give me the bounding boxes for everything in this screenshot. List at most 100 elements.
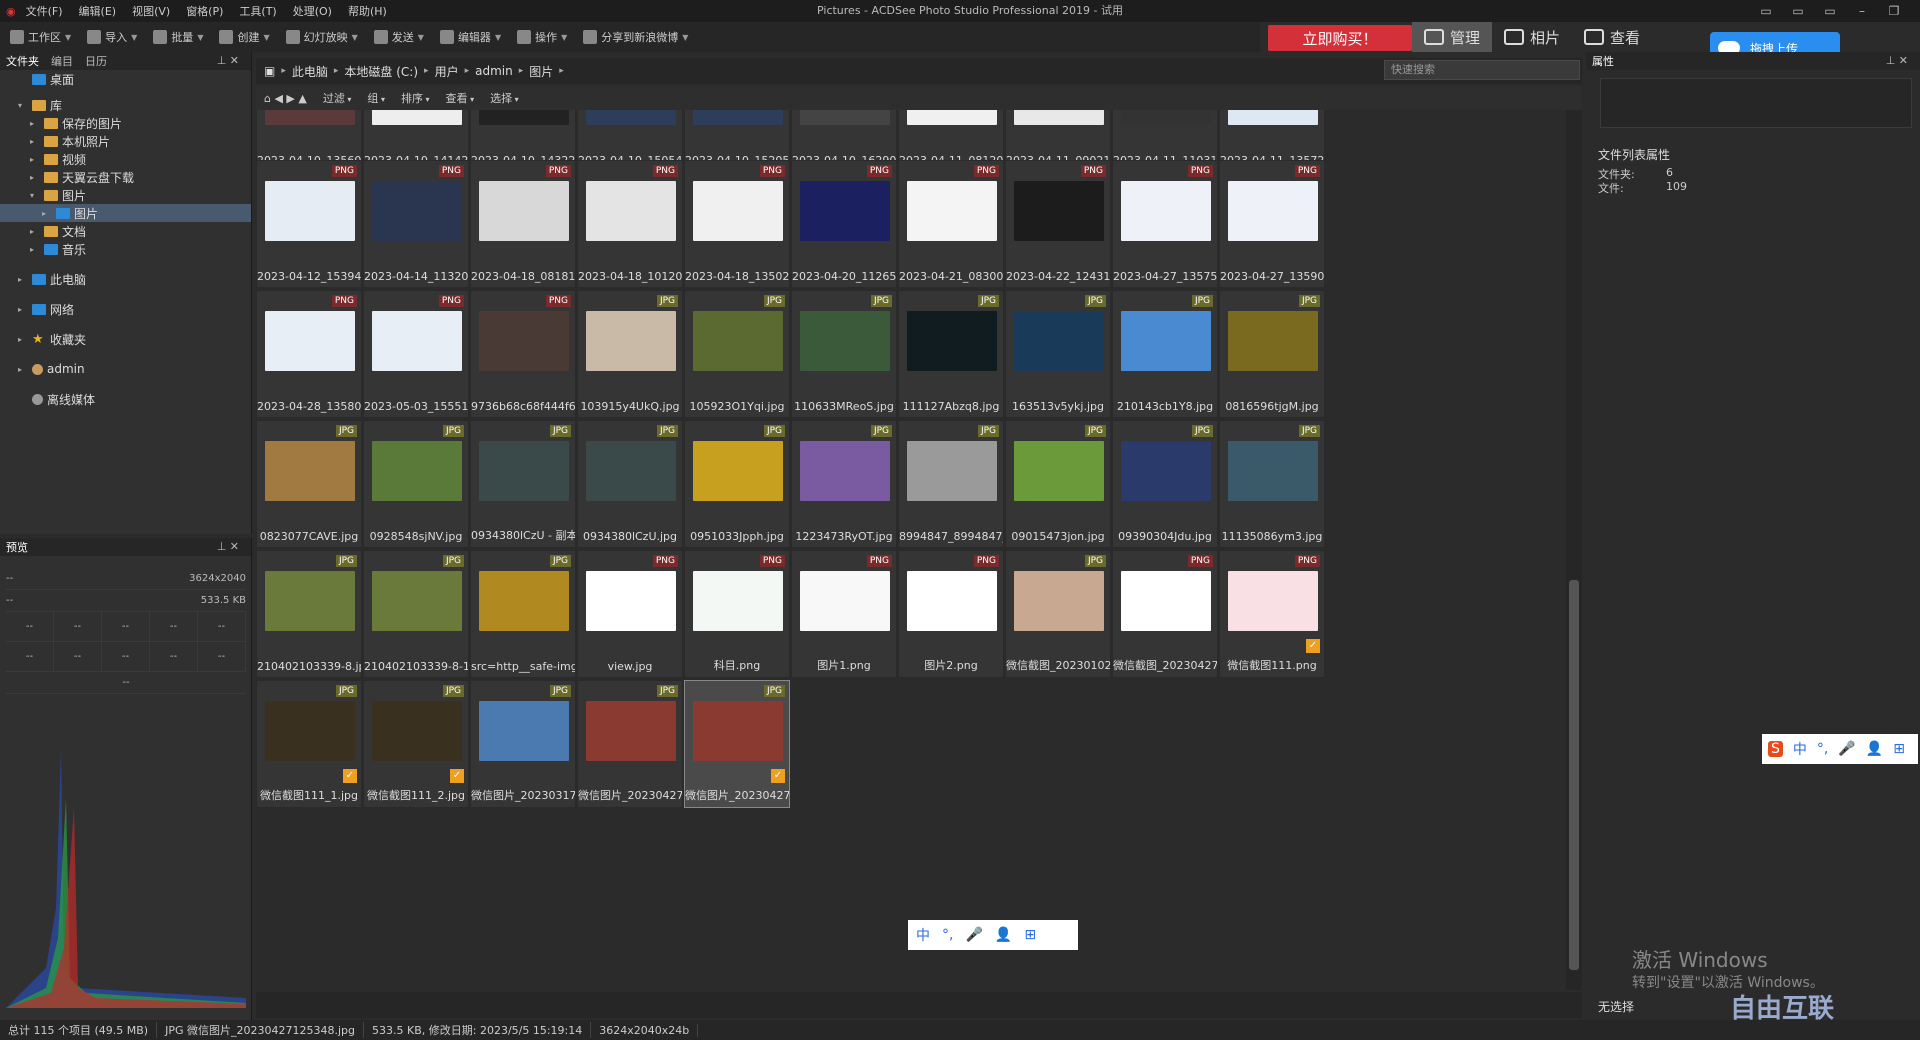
file-thumbnail[interactable]: JPG 微信图片_202304271... ✓ (684, 680, 790, 808)
breadcrumb-item[interactable]: 用户 (435, 63, 459, 80)
expand-icon[interactable]: ▾ (30, 191, 40, 200)
menu-item[interactable]: 处理(O) (293, 3, 332, 19)
expand-icon[interactable]: ▸ (18, 335, 28, 344)
file-thumbnail[interactable]: JPG src=http__safe-img.... (470, 550, 576, 678)
breadcrumb-item[interactable]: 本地磁盘 (C:) (344, 63, 418, 80)
tree-item[interactable]: ▾ 图片 (0, 186, 251, 204)
file-thumbnail[interactable]: PNG 科目.png (684, 550, 790, 678)
file-thumbnail[interactable]: JPG 210143cb1Y8.jpg (1112, 290, 1218, 418)
filter-menu[interactable]: 选择 ▾ (490, 90, 519, 106)
properties-pin-close[interactable]: ⊥ ✕ (1880, 54, 1914, 67)
toolbar-button[interactable]: 批量 ▼ (153, 29, 203, 45)
tree-item[interactable]: ▸ 本机照片 (0, 132, 251, 150)
ime-button[interactable]: 👤 (995, 927, 1012, 943)
minimize-button[interactable]: – (1846, 0, 1878, 22)
left-tab[interactable]: 文件夹 (0, 53, 45, 69)
expand-icon[interactable]: ▸ (18, 275, 28, 284)
file-thumbnail[interactable]: JPG 103915y4UkQ.jpg (577, 290, 683, 418)
tree-item[interactable]: ▸ 天翼云盘下载 (0, 168, 251, 186)
file-thumbnail[interactable]: JPG 0934380lCzU - 副本.j... (470, 420, 576, 548)
tree-item[interactable]: ▸ 此电脑 (0, 270, 251, 288)
file-thumbnail[interactable]: PNG 微信截图_202304271... (1112, 550, 1218, 678)
toolbar-button[interactable]: 工作区 ▼ (10, 29, 71, 45)
tree-item[interactable]: ▸ admin (0, 360, 251, 378)
file-thumbnail[interactable]: PNG 2023-04-20_112653.... (791, 160, 897, 288)
breadcrumb-item[interactable]: admin (475, 64, 513, 78)
toolbar-button[interactable]: 编辑器 ▼ (439, 29, 501, 45)
file-thumbnail[interactable]: PNG 2023-04-27_135903.... (1219, 160, 1325, 288)
file-thumbnail[interactable]: JPG 0823077CAVE.jpg (256, 420, 362, 548)
menu-item[interactable]: 窗格(P) (186, 3, 223, 19)
layout-icon[interactable]: ▭ (1750, 0, 1782, 22)
menu-item[interactable]: 帮助(H) (348, 3, 387, 19)
ime-button[interactable]: 中 (1793, 739, 1807, 759)
expand-icon[interactable]: ▸ (30, 173, 40, 182)
file-thumbnail[interactable]: PNG 2023-04-18_135028.... (684, 160, 790, 288)
left-tab[interactable]: 日历 (79, 53, 113, 69)
quick-search-input[interactable]: 快速搜索 (1384, 60, 1580, 80)
grid-scrollbar[interactable] (1566, 110, 1582, 990)
breadcrumb-item[interactable]: 此电脑 (292, 63, 328, 80)
ime-button[interactable]: ⊞ (1024, 927, 1036, 943)
expand-icon[interactable]: ▸ (30, 227, 40, 236)
tree-item[interactable]: ▸ 图片 (0, 204, 251, 222)
file-thumbnail[interactable]: PNG 微信截图111.png ✓ (1219, 550, 1325, 678)
file-thumbnail[interactable]: PNG 图片2.png (898, 550, 1004, 678)
file-thumbnail[interactable]: JPG 微信截图_202301021... (1005, 550, 1111, 678)
toolbar-button[interactable]: 幻灯放映 ▼ (285, 29, 358, 45)
menu-item[interactable]: 文件(F) (26, 3, 63, 19)
file-thumbnail[interactable]: JPG 8994847_8994847_1... (898, 420, 1004, 548)
buy-now-button[interactable]: 立即购买！ (1268, 25, 1412, 51)
sogou-ime-toolbar[interactable]: S 中 °, 🎤 👤 ⊞ (1762, 734, 1918, 764)
file-thumbnail[interactable]: JPG 09390304Jdu.jpg (1112, 420, 1218, 548)
left-tab[interactable]: 编目 (45, 53, 79, 69)
expand-icon[interactable]: ▸ (30, 137, 40, 146)
expand-icon[interactable]: ▸ (30, 119, 40, 128)
file-thumbnail[interactable]: JPG 163513v5ykj.jpg (1005, 290, 1111, 418)
file-thumbnail[interactable]: JPG 0951033Jpph.jpg (684, 420, 790, 548)
file-thumbnail[interactable]: PNG view.jpg (577, 550, 683, 678)
file-thumbnail[interactable]: PNG 2023-04-12_153942.... (256, 160, 362, 288)
maximize-button[interactable]: ❐ (1878, 0, 1910, 22)
menu-item[interactable]: 编辑(E) (79, 3, 117, 19)
file-thumbnail[interactable]: JPG 210402103339-8.jpg (256, 550, 362, 678)
mode-tab[interactable]: 查看 (1572, 22, 1652, 52)
panel-pin-close[interactable]: ⊥ ✕ (211, 54, 245, 67)
nav-buttons[interactable]: ⌂ ◀ ▶ ▲ (264, 92, 307, 105)
file-thumbnail[interactable]: PNG 2023-04-28_135809.... (256, 290, 362, 418)
filter-menu[interactable]: 过滤 ▾ (323, 90, 352, 106)
breadcrumb-item[interactable]: 图片 (529, 63, 553, 80)
ime-button[interactable]: 中 (916, 925, 930, 945)
checkmark-icon[interactable]: ✓ (1306, 639, 1320, 653)
expand-icon[interactable]: ▸ (30, 155, 40, 164)
toolbar-button[interactable]: 导入 ▼ (87, 29, 137, 45)
file-thumbnail[interactable]: JPG 0816596tjgM.jpg (1219, 290, 1325, 418)
file-thumbnail[interactable]: PNG 2023-04-14_113207.... (363, 160, 469, 288)
tree-item[interactable]: 桌面 (0, 70, 251, 88)
file-thumbnail[interactable]: JPG 1223473RyOT.jpg (791, 420, 897, 548)
close-button[interactable]: ✕ (1910, 0, 1920, 22)
file-thumbnail[interactable]: JPG 微信截图111_1.jpg ✓ (256, 680, 362, 808)
expand-icon[interactable]: ▸ (18, 305, 28, 314)
filter-menu[interactable]: 组 ▾ (367, 90, 385, 106)
expand-icon[interactable]: ▸ (18, 365, 28, 374)
ime-toolbar[interactable]: 中 °, 🎤 👤 ⊞ (908, 920, 1078, 950)
tree-item[interactable]: ▸ 音乐 (0, 240, 251, 258)
file-thumbnail[interactable]: JPG 0928548sjNV.jpg (363, 420, 469, 548)
tree-item[interactable]: ▸ 文档 (0, 222, 251, 240)
checkmark-icon[interactable]: ✓ (771, 769, 785, 783)
tree-item[interactable]: ▸ 网络 (0, 300, 251, 318)
menu-item[interactable]: 视图(V) (132, 3, 170, 19)
file-thumbnail[interactable]: JPG 微信截图111_2.jpg ✓ (363, 680, 469, 808)
ime-button[interactable]: 🎤 (1838, 741, 1855, 757)
filter-menu[interactable]: 排序 ▾ (401, 90, 430, 106)
checkmark-icon[interactable]: ✓ (450, 769, 464, 783)
toolbar-button[interactable]: 操作 ▼ (517, 29, 567, 45)
preview-pin-close[interactable]: ⊥ ✕ (211, 540, 245, 553)
mode-tab[interactable]: 管理 (1412, 22, 1493, 52)
file-thumbnail[interactable]: PNG 9736b68c68f444f65... (470, 290, 576, 418)
folder-up-icon[interactable]: ▣ (264, 64, 275, 78)
layout3-icon[interactable]: ▭ (1814, 0, 1846, 22)
tree-item[interactable]: ▸ ★ 收藏夹 (0, 330, 251, 348)
file-thumbnail[interactable]: PNG 2023-04-22_124316.... (1005, 160, 1111, 288)
